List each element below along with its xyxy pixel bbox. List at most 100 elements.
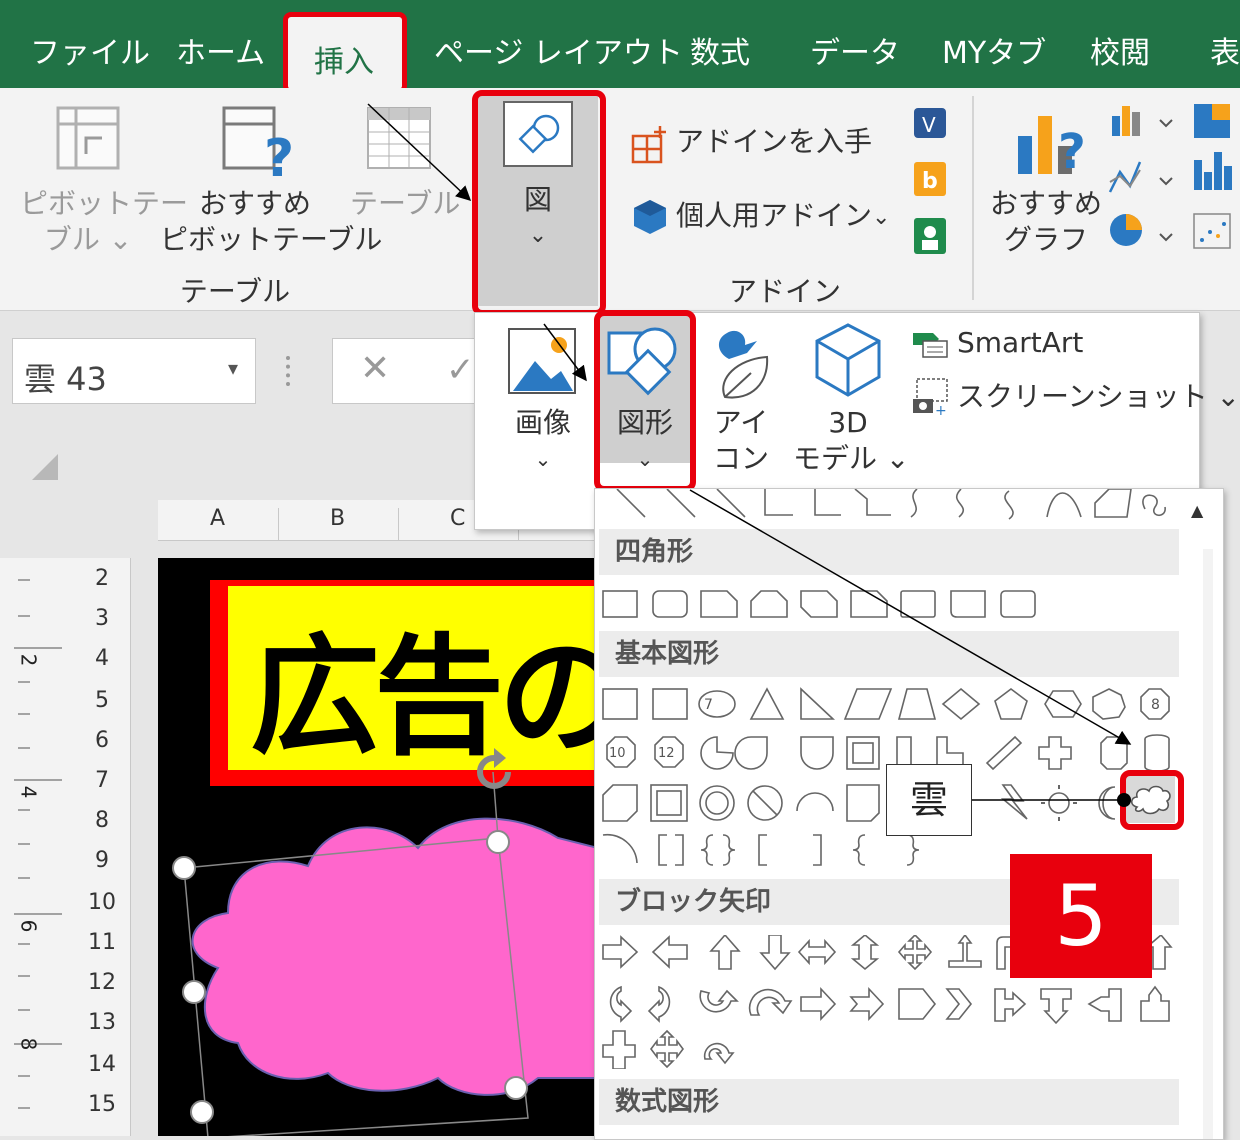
ruler-mark: 8 [16, 1037, 41, 1051]
personal-addins-button[interactable]: 個人用アドイン [676, 198, 872, 234]
column-header-c[interactable]: C [450, 506, 465, 531]
ruler-mark: 4 [16, 785, 41, 799]
smartart-icon [913, 333, 948, 358]
ribbon-tab-bar: ファイル ホーム ページ レイアウト 数式 データ MYタブ 校閲 表 [0, 0, 1240, 88]
tab-file[interactable]: ファイル [30, 28, 150, 72]
tab-review[interactable]: 校閲 [1090, 28, 1150, 72]
pivot-table-label-2: ブル ⌄ [43, 223, 133, 256]
ruler-mark: 6 [16, 919, 41, 933]
splitter-handle[interactable] [286, 356, 296, 386]
tab-home[interactable]: ホーム [176, 28, 265, 72]
tab-my-tab[interactable]: MYタブ [942, 28, 1046, 72]
row-header[interactable]: 14 [80, 1052, 124, 1077]
row-header[interactable]: 6 [80, 728, 124, 753]
category-basic-shapes: 基本図形 [599, 631, 1179, 677]
table-button[interactable]: テーブル [350, 186, 460, 222]
row-header[interactable]: 15 [80, 1092, 124, 1117]
row-header[interactable]: 7 [80, 768, 124, 793]
tab-insert[interactable]: 挿入 [283, 12, 407, 94]
3d-model-label-2: モデル ⌄ [793, 442, 910, 475]
svg-text:7: 7 [704, 697, 713, 713]
3d-model-icon [815, 323, 881, 397]
rectangle-shapes-row[interactable] [601, 589, 1041, 619]
highlight-cloud-shape [1120, 770, 1184, 830]
tab-data[interactable]: データ [810, 28, 900, 72]
category-rectangles: 四角形 [599, 529, 1179, 575]
scroll-up-icon[interactable]: ▲ [1191, 501, 1203, 520]
line-shapes-row[interactable] [605, 489, 1175, 525]
svg-text:V: V [922, 113, 936, 137]
recommended-pivot-icon: ? [222, 106, 294, 184]
column-header-b[interactable]: B [330, 506, 345, 531]
table-icon [367, 107, 431, 169]
group-separator [972, 96, 974, 300]
pivot-table-icon [56, 106, 120, 170]
recommended-pivot-button[interactable]: おすすめ ピボットテーブル [160, 186, 383, 258]
tab-page-layout[interactable]: ページ レイアウト [434, 28, 683, 72]
group-label-table: テーブル [179, 275, 291, 308]
tab-insert-label: 挿入 [314, 45, 374, 80]
svg-text:b: b [922, 169, 938, 194]
tab-view[interactable]: 表 [1210, 28, 1240, 72]
row-header[interactable]: 4 [80, 646, 124, 671]
image-icon [508, 328, 576, 394]
smartart-button[interactable]: SmartArt [957, 325, 1083, 361]
column-divider [278, 508, 279, 540]
row-header[interactable]: 12 [80, 970, 124, 995]
resize-handle [486, 830, 510, 854]
svg-text:8: 8 [1151, 697, 1160, 713]
icons-label-2: コン [712, 442, 769, 475]
row-header[interactable]: 11 [80, 930, 124, 955]
3d-model-label-1: 3D [828, 406, 868, 439]
row-header[interactable]: 3 [80, 606, 124, 631]
row-header[interactable]: 13 [80, 1010, 124, 1035]
pivot-table-label-1: ピボットテー [20, 187, 189, 220]
pivot-table-button[interactable]: ピボットテー ブル ⌄ [20, 186, 189, 258]
svg-text:+: + [935, 403, 947, 417]
worksheet-canvas[interactable]: 広告の [158, 558, 610, 1136]
resize-handle [182, 980, 206, 1004]
row-header[interactable]: 5 [80, 688, 124, 713]
vertical-ruler: 2 4 6 8 [0, 558, 70, 1136]
image-button[interactable]: 画像 ⌄ [511, 405, 575, 477]
recommended-chart-button[interactable]: おすすめ グラフ [990, 186, 1102, 258]
recommended-chart-label-1: おすすめ [990, 187, 1103, 220]
recommended-pivot-label-1: おすすめ [198, 187, 311, 220]
row-headers [70, 558, 131, 1136]
svg-text:?: ? [1058, 124, 1086, 180]
resize-handle [172, 856, 196, 880]
gallery-scrollbar[interactable] [1203, 549, 1213, 1139]
step-number-badge: 5 [1010, 854, 1152, 978]
personal-addins-icon [634, 200, 666, 234]
cancel-icon[interactable]: ✕ [360, 348, 390, 389]
confirm-icon[interactable]: ✓ [446, 350, 475, 390]
category-equation-shapes: 数式図形 [599, 1079, 1179, 1125]
chevron-down-icon[interactable]: ⌄ [872, 200, 890, 236]
row-header[interactable]: 8 [80, 808, 124, 833]
select-all-icon[interactable] [30, 452, 60, 482]
name-box-dropdown-icon[interactable]: ▾ [228, 356, 238, 380]
highlight-shapes [594, 310, 696, 492]
recommended-pivot-label-2: ピボットテーブル [160, 223, 383, 256]
row-header[interactable]: 10 [80, 890, 124, 915]
3d-model-button[interactable]: 3D モデル ⌄ [793, 405, 910, 477]
rotate-handle-icon[interactable] [468, 746, 524, 798]
get-addins-icon [631, 126, 666, 164]
row-header[interactable]: 2 [80, 566, 124, 591]
get-addins-button[interactable]: アドインを入手 [676, 124, 872, 160]
addin-app-icons: V b [914, 108, 946, 254]
column-header-a[interactable]: A [210, 506, 225, 531]
row-header[interactable]: 9 [80, 848, 124, 873]
ribbon: ピボットテー ブル ⌄ ? おすすめ ピボットテーブル テーブル テーブル 図 … [0, 88, 1240, 311]
screenshot-icon: + [913, 378, 948, 417]
chart-type-icons[interactable] [1106, 102, 1240, 272]
name-box-value: 雲 43 [24, 360, 107, 398]
svg-text:12: 12 [658, 746, 675, 761]
resize-handle [504, 1076, 528, 1100]
screenshot-button[interactable]: スクリーンショット ⌄ [957, 379, 1240, 415]
cloud-shape[interactable] [158, 738, 598, 1136]
icons-button[interactable]: アイ コン [709, 405, 773, 477]
cloud-tooltip: 雲 [886, 764, 972, 836]
tab-formulas[interactable]: 数式 [690, 28, 750, 72]
resize-handle [190, 1100, 214, 1124]
